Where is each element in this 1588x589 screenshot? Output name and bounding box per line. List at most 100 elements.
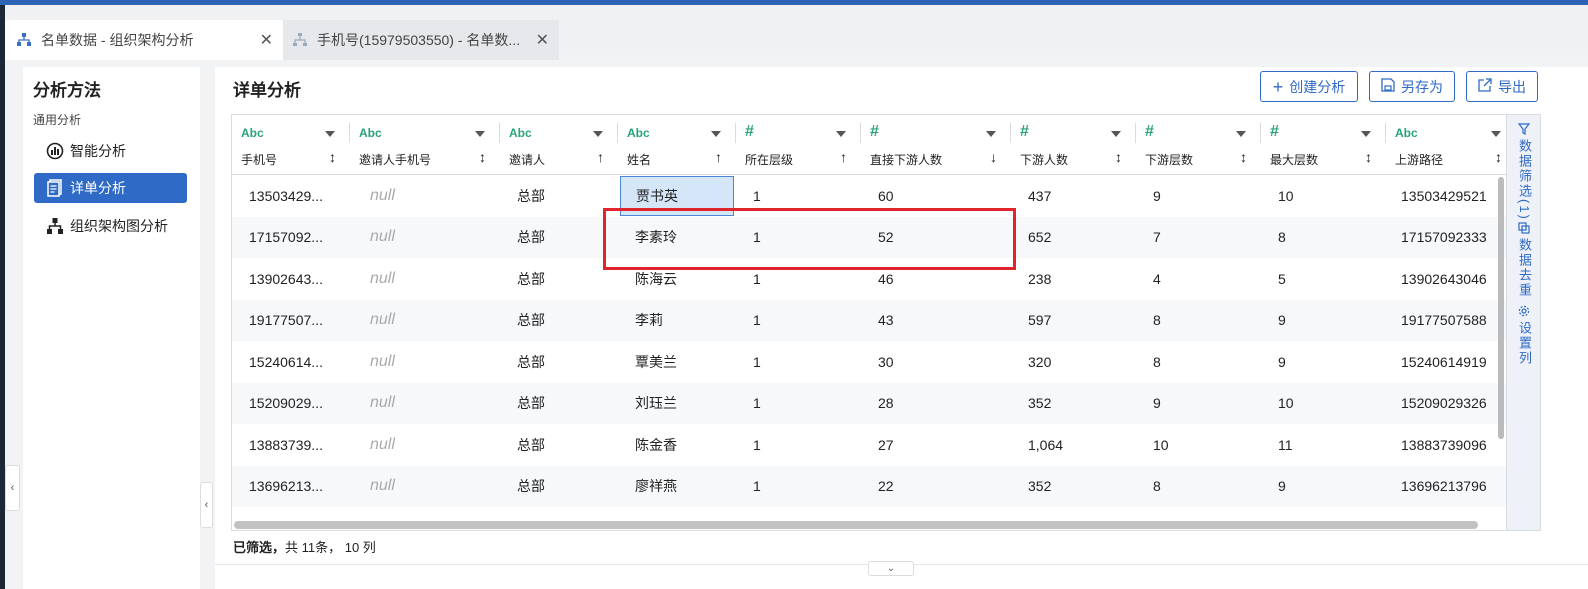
chevron-down-icon[interactable] (325, 131, 335, 137)
create-analysis-button[interactable]: + 创建分析 (1260, 71, 1358, 102)
sort-icon[interactable]: ↑ (840, 149, 847, 165)
table-row[interactable]: 19177507... null 总部 李莉 1 43 597 8 9 19177507588 (232, 299, 1506, 341)
table-cell[interactable]: 10 (1261, 175, 1386, 216)
table-cell[interactable]: 27 (861, 424, 1011, 465)
table-cell[interactable]: 13696213796 (1386, 466, 1516, 507)
table-cell[interactable]: null (350, 258, 500, 299)
collapse-left-handle[interactable]: ‹ (5, 465, 20, 511)
column-header[interactable]: Abc 手机号 ↕ (232, 115, 350, 175)
table-row[interactable]: 15209029... null 总部 刘珏兰 1 28 352 9 10 15209029326 (232, 382, 1506, 424)
table-cell[interactable]: 9 (1136, 383, 1261, 424)
chevron-down-icon[interactable] (986, 131, 996, 137)
table-cell[interactable]: 652 (1011, 217, 1136, 258)
table-cell[interactable]: 覃美兰 (618, 341, 736, 382)
table-cell[interactable]: 9 (1261, 466, 1386, 507)
table-cell[interactable]: null (350, 424, 500, 465)
close-icon[interactable]: ✕ (260, 30, 273, 50)
table-cell[interactable]: 352 (1011, 383, 1136, 424)
chevron-down-icon[interactable] (711, 131, 721, 137)
table-row[interactable]: 15240614... null 总部 覃美兰 1 30 320 8 9 15240614919 (232, 341, 1506, 382)
table-cell[interactable]: 廖祥燕 (618, 466, 736, 507)
data-dedupe-button[interactable]: 数据去重 (1515, 222, 1534, 298)
table-cell[interactable]: 1 (736, 424, 861, 465)
table-cell[interactable]: 11 (1261, 424, 1386, 465)
chevron-down-icon[interactable] (593, 131, 603, 137)
table-row[interactable]: 13696213... null 总部 廖祥燕 1 22 352 8 9 13696213796 (232, 465, 1506, 507)
table-cell[interactable]: 1 (736, 383, 861, 424)
table-cell[interactable]: 8 (1261, 217, 1386, 258)
table-cell[interactable]: 1,064 (1011, 424, 1136, 465)
table-cell[interactable]: 8 (1136, 300, 1261, 341)
sort-icon[interactable]: ↕ (329, 149, 336, 165)
sidebar-item-smart-analysis[interactable]: 智能分析 (34, 136, 187, 166)
chevron-down-icon[interactable] (1236, 131, 1246, 137)
vertical-scrollbar[interactable] (1498, 177, 1504, 439)
column-header[interactable]: Abc 邀请人手机号 ↕ (350, 115, 500, 175)
column-header[interactable]: # 最大层数 ↕ (1261, 115, 1386, 175)
table-cell[interactable]: 13883739... (232, 424, 350, 465)
table-cell[interactable]: 43 (861, 300, 1011, 341)
table-cell[interactable]: 陈金香 (618, 424, 736, 465)
table-cell[interactable]: 总部 (500, 300, 618, 341)
table-cell[interactable]: 15209029326 (1386, 383, 1516, 424)
table-cell[interactable]: 1 (736, 300, 861, 341)
table-cell[interactable]: 4 (1136, 258, 1261, 299)
column-header[interactable]: # 所在层级 ↑ (736, 115, 861, 175)
tab-phone-detail[interactable]: 手机号(15979503550) - 名单数... ✕ (283, 20, 559, 60)
table-cell[interactable]: 19177507588 (1386, 300, 1516, 341)
table-cell[interactable]: 总部 (500, 341, 618, 382)
table-cell[interactable]: 9 (1261, 300, 1386, 341)
table-cell[interactable]: 9 (1261, 341, 1386, 382)
horizontal-scrollbar[interactable] (234, 521, 1478, 529)
chevron-down-icon[interactable] (1361, 131, 1371, 137)
table-row[interactable]: 13883739... null 总部 陈金香 1 27 1,064 10 11 13883739… (232, 424, 1506, 465)
table-cell[interactable]: 总部 (500, 383, 618, 424)
chevron-down-icon[interactable] (475, 131, 485, 137)
table-cell[interactable]: 17157092... (232, 217, 350, 258)
sort-icon[interactable]: ↕ (1495, 149, 1502, 165)
table-cell[interactable]: 320 (1011, 341, 1136, 382)
data-filter-button[interactable]: 数据筛选(1) (1515, 123, 1534, 221)
table-cell[interactable]: null (350, 341, 500, 382)
table-cell[interactable]: null (350, 466, 500, 507)
table-cell[interactable]: 总部 (500, 424, 618, 465)
table-cell[interactable]: 1 (736, 341, 861, 382)
table-cell[interactable]: 10 (1136, 424, 1261, 465)
table-cell[interactable]: 22 (861, 466, 1011, 507)
sort-icon[interactable]: ↑ (715, 149, 722, 165)
table-cell[interactable]: 1 (736, 466, 861, 507)
table-cell[interactable]: null (350, 175, 500, 216)
table-cell[interactable]: 5 (1261, 258, 1386, 299)
save-as-button[interactable]: 另存为 (1369, 71, 1455, 102)
set-columns-button[interactable]: 设置列 (1515, 305, 1534, 366)
table-cell[interactable]: 李莉 (618, 300, 736, 341)
table-cell[interactable]: 597 (1011, 300, 1136, 341)
column-header[interactable]: Abc 邀请人 ↑ (500, 115, 618, 175)
sort-icon[interactable]: ↑ (597, 149, 604, 165)
column-header[interactable]: # 下游人数 ↕ (1011, 115, 1136, 175)
table-cell[interactable]: 15240614919 (1386, 341, 1516, 382)
table-cell[interactable]: 28 (861, 383, 1011, 424)
sidebar-item-org-chart[interactable]: 组织架构图分析 (34, 211, 187, 241)
table-cell[interactable]: 13902643046 (1386, 258, 1516, 299)
table-cell[interactable]: 15209029... (232, 383, 350, 424)
close-icon[interactable]: ✕ (536, 30, 549, 50)
table-cell[interactable]: null (350, 300, 500, 341)
export-button[interactable]: 导出 (1466, 71, 1538, 102)
column-header[interactable]: Abc 姓名 ↑ (618, 115, 736, 175)
table-cell[interactable]: 10 (1261, 383, 1386, 424)
sort-icon[interactable]: ↕ (1115, 149, 1122, 165)
table-cell[interactable]: 17157092333 (1386, 217, 1516, 258)
chevron-down-icon[interactable] (1491, 131, 1501, 137)
sidebar-item-detail-analysis[interactable]: 详单分析 (34, 173, 187, 203)
table-cell[interactable]: 13883739096 (1386, 424, 1516, 465)
table-cell[interactable]: null (350, 217, 500, 258)
chevron-down-icon[interactable]: ⌄ (868, 561, 914, 576)
tab-org-analysis[interactable]: 名单数据 - 组织架构分析 ✕ (5, 20, 283, 60)
table-cell[interactable]: 总部 (500, 258, 618, 299)
column-header[interactable]: Abc 上游路径 ↕ (1386, 115, 1516, 175)
table-cell[interactable]: 352 (1011, 466, 1136, 507)
sort-icon[interactable]: ↕ (479, 149, 486, 165)
table-cell[interactable]: 238 (1011, 258, 1136, 299)
table-cell[interactable]: 刘珏兰 (618, 383, 736, 424)
